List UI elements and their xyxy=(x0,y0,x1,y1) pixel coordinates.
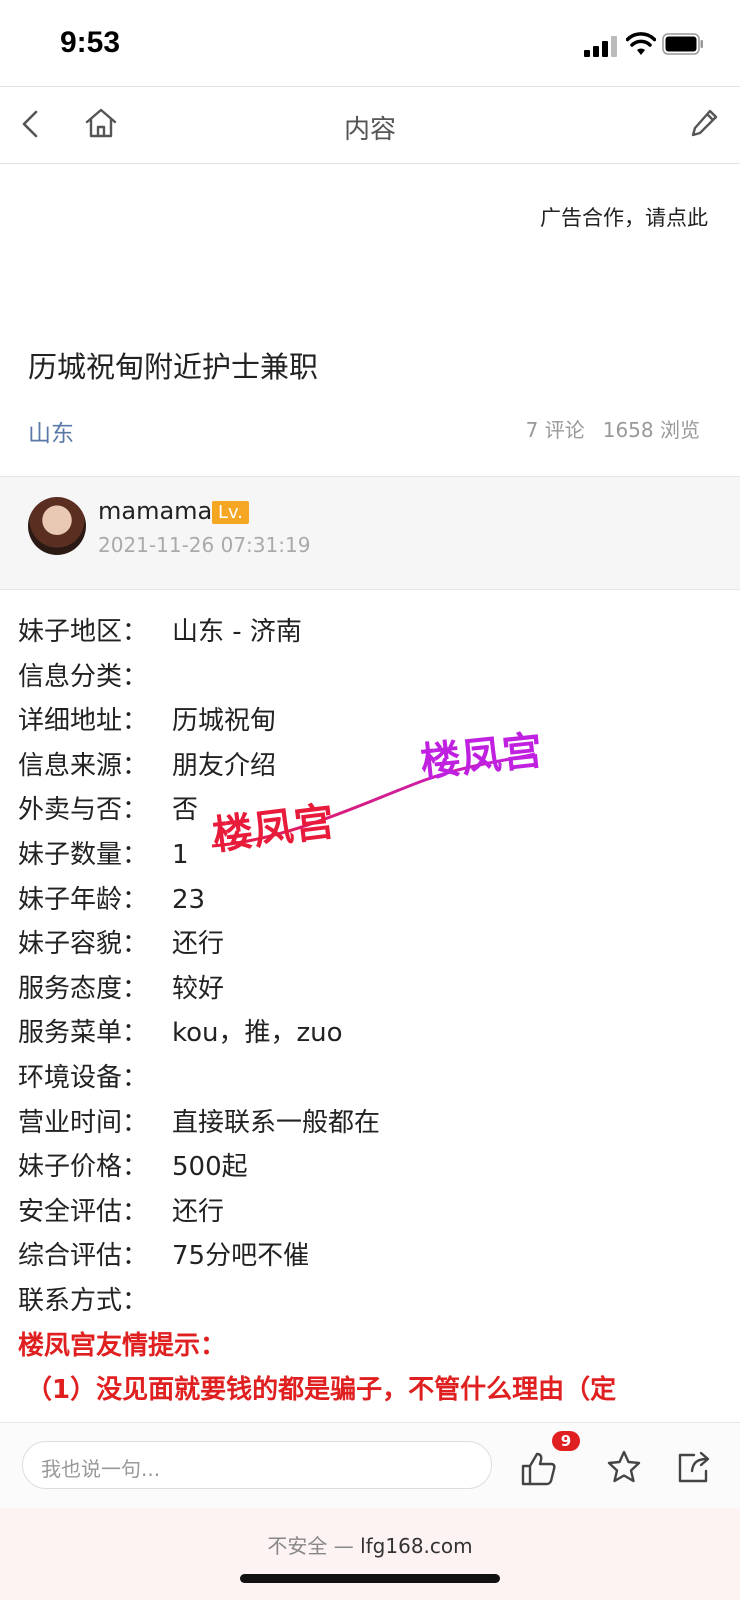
signal-icon xyxy=(584,35,620,57)
info-key: 安全评估： xyxy=(18,1196,149,1227)
info-key: 外卖与否： xyxy=(18,795,149,826)
battery-icon xyxy=(662,33,703,55)
info-row: 妹子地区： 山东 - 济南 xyxy=(18,610,738,655)
info-value: 直接联系一般都在 xyxy=(172,1107,381,1138)
info-key: 营业时间： xyxy=(18,1107,149,1138)
like-icon[interactable] xyxy=(520,1451,558,1487)
info-value: 山东 - 济南 xyxy=(172,617,302,647)
info-key: 妹子地区： xyxy=(18,617,149,647)
info-row: 环境设备： xyxy=(18,1056,738,1101)
comment-count: 7 评论 xyxy=(525,418,585,442)
info-row: 妹子年龄： 23 xyxy=(18,878,738,923)
wifi-icon xyxy=(626,32,656,55)
info-key: 服务态度： xyxy=(18,973,149,1004)
status-bar: 9:53 xyxy=(0,0,740,86)
info-row: 妹子容貌： 还行 xyxy=(18,922,738,967)
info-value: 1 xyxy=(172,839,189,870)
info-key: 妹子数量： xyxy=(18,839,149,870)
info-row: 营业时间： 直接联系一般都在 xyxy=(18,1101,738,1146)
info-value: 500起 xyxy=(172,1152,248,1183)
info-key: 服务菜单： xyxy=(18,1018,149,1049)
info-row: 联系方式： xyxy=(18,1279,738,1324)
home-indicator[interactable] xyxy=(240,1574,500,1583)
info-key: 环境设备： xyxy=(18,1062,149,1093)
info-row: 安全评估： 还行 xyxy=(18,1190,738,1235)
author-name[interactable]: mamama xyxy=(98,497,212,525)
region-link[interactable]: 山东 xyxy=(28,414,74,448)
info-key: 详细地址： xyxy=(18,706,149,737)
page-title: 内容 xyxy=(343,115,396,145)
info-row: 服务菜单： kou，推，zuo xyxy=(18,1011,738,1056)
info-value: 还行 xyxy=(172,1196,225,1227)
info-row: 详细地址： 历城祝甸 xyxy=(18,699,738,744)
url-display[interactable]: 不安全 — lfg168.com xyxy=(0,1530,740,1559)
top-nav-bar: 内容 xyxy=(0,86,740,164)
post-date: 2021-11-26 07:31:19 xyxy=(98,533,311,557)
info-key: 妹子价格： xyxy=(18,1152,149,1183)
tip-title: 楼凤宫友情提示： xyxy=(18,1330,227,1361)
avatar[interactable] xyxy=(28,497,86,555)
url-host: lfg168.com xyxy=(360,1534,473,1558)
status-time: 9:53 xyxy=(60,26,121,59)
comment-input[interactable]: 我也说一句... xyxy=(22,1441,492,1489)
info-row: 妹子价格： 500起 xyxy=(18,1145,738,1190)
like-count-badge: 9 xyxy=(552,1431,580,1451)
post-stats: 7 评论 1658 浏览 xyxy=(526,414,700,443)
edit-icon[interactable] xyxy=(690,107,720,139)
info-value: kou，推，zuo xyxy=(172,1018,343,1049)
info-key: 信息来源： xyxy=(18,750,149,781)
info-key: 妹子容貌： xyxy=(18,929,149,960)
tip-text: （1）没见面就要钱的都是骗子，不管什么理由（定 xyxy=(26,1374,617,1405)
comment-bar: 我也说一句... 9 xyxy=(0,1422,740,1509)
share-icon[interactable] xyxy=(676,1449,714,1485)
view-count: 1658 浏览 xyxy=(602,418,700,442)
comment-placeholder: 我也说一句... xyxy=(41,1457,161,1481)
author-section: mamama Lv. 2021-11-26 07:31:19 xyxy=(0,476,740,590)
level-badge: Lv. xyxy=(212,501,250,524)
insecure-label: 不安全 — xyxy=(267,1534,354,1558)
info-value: 较好 xyxy=(172,973,225,1004)
info-row: 信息分类： xyxy=(18,655,738,700)
info-value: 历城祝甸 xyxy=(172,706,277,737)
info-value: 75分吧不催 xyxy=(172,1241,310,1272)
browser-url-bar[interactable]: 不安全 — lfg168.com xyxy=(0,1508,740,1600)
info-value: 否 xyxy=(172,795,199,826)
ad-link[interactable]: 广告合作，请点此 xyxy=(540,202,708,232)
post-title: 历城祝甸附近护士兼职 xyxy=(28,350,319,384)
info-key: 综合评估： xyxy=(18,1241,149,1272)
info-key: 妹子年龄： xyxy=(18,884,149,915)
info-list: 妹子地区： 山东 - 济南 信息分类： 详细地址： 历城祝甸 信息来源： 朋友介绍 外… xyxy=(18,610,738,1412)
info-key: 联系方式： xyxy=(18,1285,149,1316)
info-key: 信息分类： xyxy=(18,661,149,692)
info-row: 综合评估： 75分吧不催 xyxy=(18,1234,738,1279)
info-value: 23 xyxy=(172,884,206,915)
info-row: 服务态度： 较好 xyxy=(18,967,738,1012)
star-icon[interactable] xyxy=(606,1449,642,1485)
info-value: 还行 xyxy=(172,929,225,960)
